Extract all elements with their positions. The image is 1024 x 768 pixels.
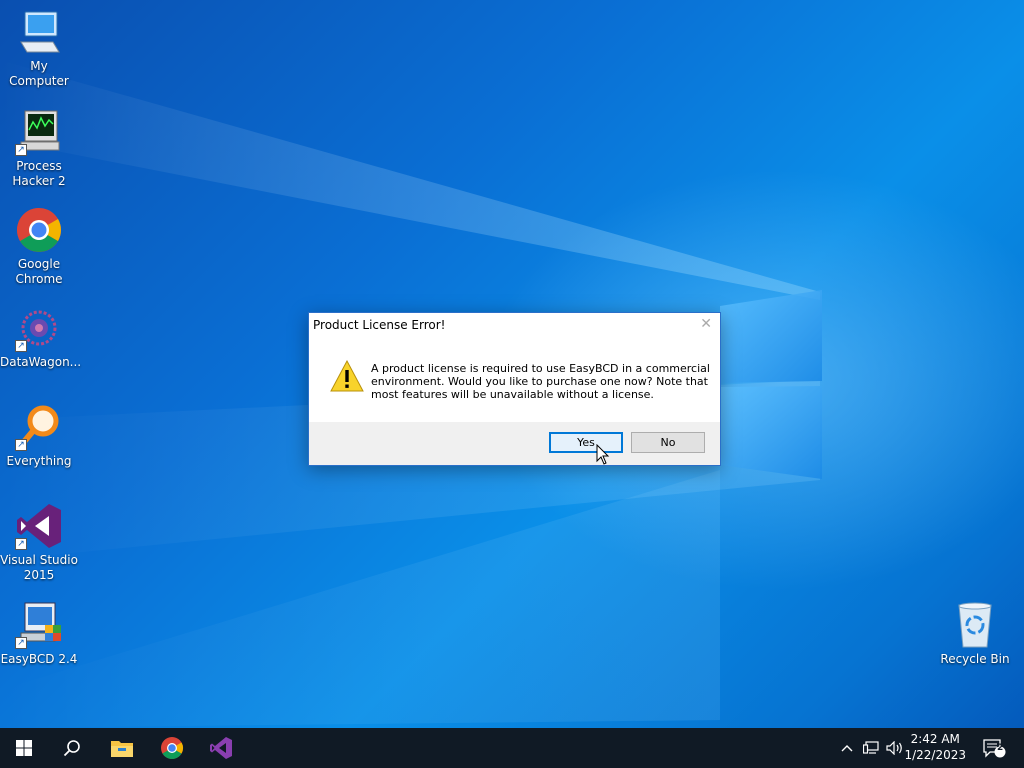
shortcut-arrow-icon: ↗: [15, 637, 27, 649]
everything-search-icon: ↗: [15, 403, 63, 451]
notification-count-badge: 2: [997, 743, 1004, 753]
datawagon-icon: ↗: [15, 304, 63, 352]
action-center-button[interactable]: 2: [978, 728, 1010, 768]
taskbar-visual-studio[interactable]: [197, 728, 245, 768]
shortcut-arrow-icon: ↗: [15, 538, 27, 550]
taskbar-clock[interactable]: 2:42 AM 1/22/2023: [904, 731, 966, 763]
desktop-icon-label: Visual Studio 2015: [0, 553, 78, 582]
desktop-icon-label: EasyBCD 2.4: [0, 652, 78, 666]
no-button[interactable]: No: [631, 432, 705, 453]
network-icon: [863, 741, 879, 754]
desktop-icon-label: My Computer: [9, 59, 69, 88]
search-icon: [63, 740, 80, 757]
mouse-cursor-icon: [596, 443, 610, 470]
taskbar: 2:42 AM 1/22/2023 2: [0, 728, 1024, 768]
desktop-icon-visual-studio[interactable]: ↗ Visual Studio 2015: [0, 502, 78, 583]
search-button[interactable]: [48, 728, 96, 768]
chevron-up-icon: [841, 745, 853, 752]
clock-time: 2:42 AM: [910, 732, 960, 746]
desktop-icon-recycle-bin[interactable]: Recycle Bin: [936, 601, 1014, 667]
desktop-icon-google-chrome[interactable]: Google Chrome: [0, 206, 78, 287]
desktop-icon-datawagon[interactable]: ↗ DataWagon...: [0, 304, 82, 370]
show-hidden-icons-button[interactable]: [838, 728, 856, 768]
desktop-icon-everything[interactable]: ↗ Everything: [0, 403, 78, 469]
desktop-icon-label: Everything: [6, 454, 72, 468]
computer-icon: [15, 8, 63, 56]
desktop-icon-label: Recycle Bin: [940, 652, 1010, 666]
recycle-bin-icon: [951, 601, 999, 649]
process-hacker-icon: ↗: [15, 108, 63, 156]
close-icon[interactable]: ✕: [700, 316, 712, 332]
visual-studio-icon: ↗: [15, 502, 63, 550]
desktop-icon-process-hacker[interactable]: ↗ Process Hacker 2: [0, 108, 78, 189]
start-icon: [16, 740, 32, 756]
volume-icon: [886, 741, 902, 755]
dialog-title: Product License Error!: [313, 318, 446, 332]
volume-button[interactable]: [884, 728, 906, 768]
chrome-icon: [161, 737, 183, 759]
shortcut-arrow-icon: ↗: [15, 144, 27, 156]
product-license-error-dialog: Product License Error! ✕ A product licen…: [308, 312, 721, 466]
yes-button[interactable]: Yes: [549, 432, 623, 453]
desktop-icon-label: Process Hacker 2: [12, 159, 66, 188]
warning-icon: [330, 359, 364, 396]
clock-date: 1/22/2023: [904, 748, 966, 762]
dialog-button-bar: Yes No: [309, 422, 720, 465]
shortcut-arrow-icon: ↗: [15, 439, 27, 451]
shortcut-arrow-icon: ↗: [15, 340, 27, 352]
chrome-icon: [15, 206, 63, 254]
desktop-icon-my-computer[interactable]: My Computer: [0, 8, 78, 89]
taskbar-file-explorer[interactable]: [98, 728, 146, 768]
desktop-icon-easybcd[interactable]: ↗ EasyBCD 2.4: [0, 601, 78, 667]
windows-logo-wallpaper: [720, 290, 822, 479]
desktop-icon-label: DataWagon...: [0, 355, 82, 369]
visual-studio-icon: [210, 737, 232, 759]
taskbar-chrome[interactable]: [148, 728, 196, 768]
easybcd-icon: ↗: [15, 601, 63, 649]
dialog-message: A product license is required to use Eas…: [371, 362, 710, 401]
desktop-icon-label: Google Chrome: [15, 257, 63, 286]
network-button[interactable]: [860, 728, 882, 768]
file-explorer-icon: [111, 741, 133, 757]
start-button[interactable]: [0, 728, 48, 768]
